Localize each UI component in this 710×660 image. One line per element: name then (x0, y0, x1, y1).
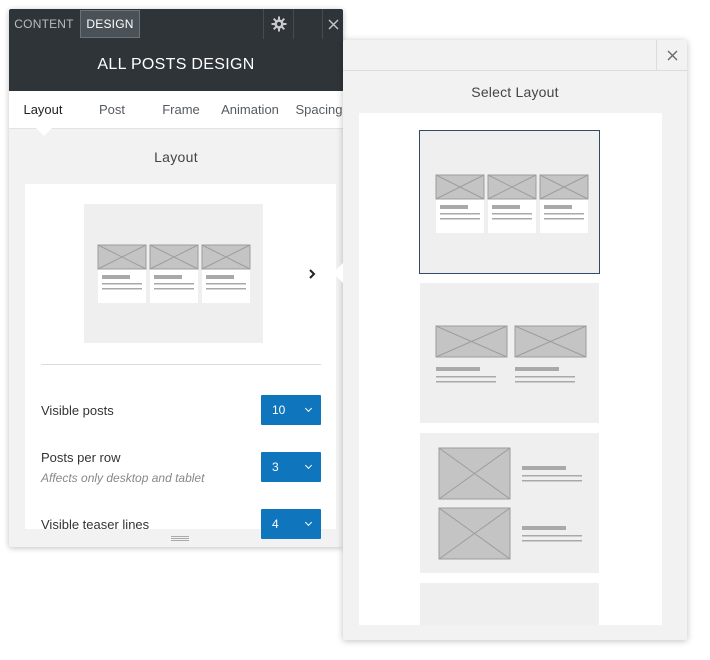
layout-options-list (359, 113, 662, 625)
chevron-down-icon (304, 518, 313, 527)
subtab-post[interactable]: Post (92, 91, 132, 129)
design-subnav: Layout Post Frame Animation Spacing (9, 91, 343, 136)
panel-close-button[interactable] (323, 9, 343, 39)
section-title: Layout (154, 149, 198, 165)
panel-topbar: CONTENT DESIGN (9, 9, 343, 39)
posts-per-row-select[interactable]: 3 (261, 452, 321, 482)
layout-option-more[interactable] (420, 583, 599, 625)
subtab-animation[interactable]: Animation (219, 91, 281, 129)
visible-teaser-lines-value: 4 (272, 517, 279, 531)
visible-posts-select[interactable]: 10 (261, 395, 321, 425)
subtab-spacing[interactable]: Spacing (294, 91, 343, 129)
subtab-frame[interactable]: Frame (159, 91, 203, 129)
visible-posts-label: Visible posts (41, 403, 114, 418)
layout-option-two-column[interactable] (420, 283, 599, 423)
picker-title: Select Layout (471, 84, 559, 100)
posts-per-row-value: 3 (272, 460, 279, 474)
picker-header (343, 40, 687, 71)
chevron-right-icon (309, 269, 316, 279)
layout-option-three-column[interactable] (419, 130, 600, 274)
panel-title: ALL POSTS DESIGN (9, 39, 343, 91)
chevron-down-icon (304, 461, 313, 470)
subtab-layout[interactable]: Layout (19, 91, 67, 129)
tab-design[interactable]: DESIGN (80, 10, 140, 38)
posts-per-row-hint: Affects only desktop and tablet (41, 471, 205, 485)
picker-close-button[interactable] (656, 40, 687, 71)
all-posts-design-panel: CONTENT DESIGN ALL POSTS DESIGN Layout P… (9, 9, 343, 547)
resize-grip-icon[interactable] (171, 536, 189, 541)
current-layout-preview[interactable] (84, 204, 263, 343)
settings-button[interactable] (264, 9, 294, 39)
popover-arrow (333, 263, 343, 283)
open-layout-picker-button[interactable] (306, 267, 318, 281)
visible-posts-value: 10 (272, 403, 286, 417)
list-layout-thumbnail (438, 447, 582, 560)
three-column-layout-thumbnail (97, 244, 251, 303)
select-layout-popover: Select Layout (343, 40, 687, 640)
visible-teaser-lines-select[interactable]: 4 (261, 509, 321, 539)
chevron-down-icon (304, 404, 313, 413)
close-icon (667, 50, 677, 61)
tab-content[interactable]: CONTENT (9, 9, 79, 39)
layout-option-list[interactable] (420, 433, 599, 573)
gear-icon (271, 16, 287, 32)
active-subtab-pointer (36, 128, 52, 136)
topbar-divider (293, 9, 294, 39)
close-icon (328, 19, 338, 29)
posts-per-row-label: Posts per row (41, 450, 121, 465)
divider (41, 364, 321, 365)
two-column-layout-thumbnail (435, 325, 587, 383)
three-column-layout-thumbnail (435, 174, 589, 233)
visible-teaser-lines-label: Visible teaser lines (41, 517, 150, 532)
layout-settings-card: Visible posts 10 Posts per row Affects o… (25, 184, 336, 539)
